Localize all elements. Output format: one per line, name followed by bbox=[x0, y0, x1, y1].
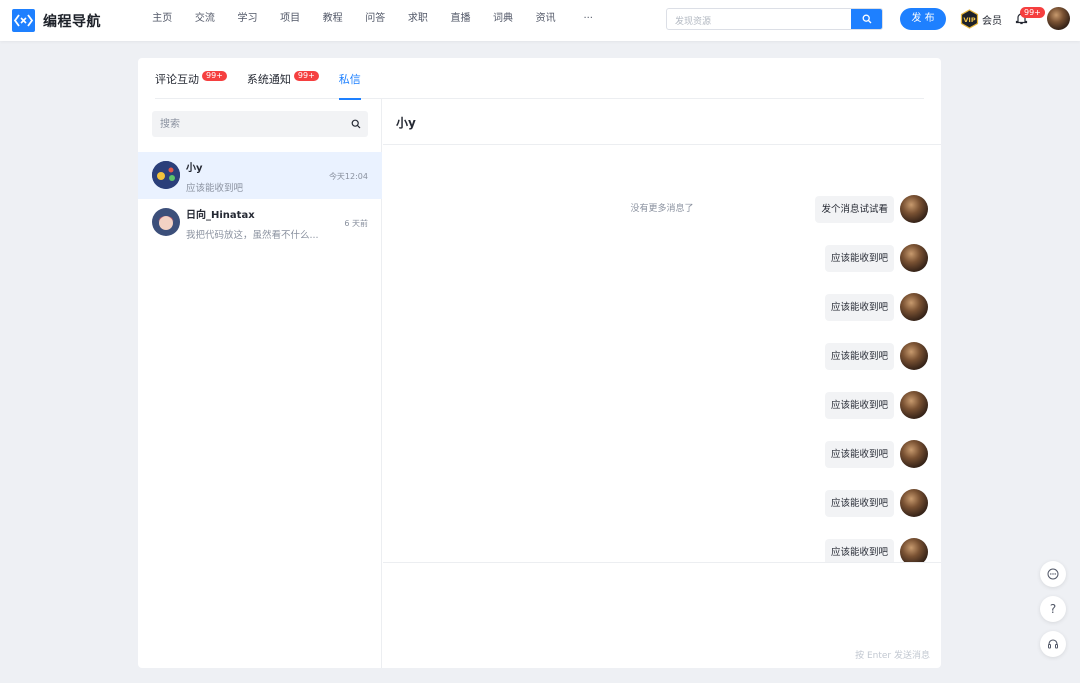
search-icon bbox=[862, 14, 871, 24]
sender-avatar[interactable] bbox=[900, 538, 928, 562]
nav-item-jobs[interactable]: 求职 bbox=[397, 0, 440, 41]
message-input[interactable] bbox=[383, 563, 941, 643]
chat-header: 小y bbox=[383, 99, 941, 145]
tab-system-notices-label: 系统通知 bbox=[246, 72, 291, 86]
tab-comments-badge: 99+ bbox=[202, 70, 227, 81]
conversation-time: 6 天前 bbox=[344, 219, 368, 228]
message-item: 发个消息试试看 bbox=[815, 195, 928, 223]
sender-avatar[interactable] bbox=[900, 244, 928, 272]
conversation-search-input[interactable] bbox=[152, 111, 337, 137]
chat-panel: 小y 没有更多消息了 发个消息试试看 应该能收到吧 应该能收到吧 应该能收到吧 … bbox=[383, 99, 941, 668]
conversation-list: 小y 应该能收到吧 今天12:04 日向_Hinatax 我把代码放这，虽然看不… bbox=[138, 99, 382, 668]
message-list[interactable]: 发个消息试试看 应该能收到吧 应该能收到吧 应该能收到吧 应该能收到吧 应该能收… bbox=[383, 195, 941, 562]
message-item: 应该能收到吧 bbox=[824, 342, 928, 370]
message-composer: 按 Enter 发送消息 bbox=[383, 562, 941, 668]
vip-label: 会员 bbox=[982, 15, 1002, 27]
message-item: 应该能收到吧 bbox=[824, 391, 928, 419]
conversation-preview: 我把代码放这，虽然看不什么... bbox=[186, 230, 319, 241]
message-bubble: 应该能收到吧 bbox=[824, 538, 894, 562]
message-item: 应该能收到吧 bbox=[824, 244, 928, 272]
help-icon: ? bbox=[1049, 602, 1057, 616]
message-item: 应该能收到吧 bbox=[824, 538, 928, 562]
notification-badge: 99+ bbox=[1020, 7, 1045, 18]
message-bubble: 应该能收到吧 bbox=[824, 244, 894, 272]
top-navbar: 编程导航 主页 交流 学习 项目 教程 问答 求职 直播 词典 资讯 ··· 发… bbox=[0, 0, 1080, 41]
message-bubble: 应该能收到吧 bbox=[824, 293, 894, 321]
nav-item-qa[interactable]: 问答 bbox=[354, 0, 397, 41]
main-nav: 主页 交流 学习 项目 教程 问答 求职 直播 词典 资讯 ··· bbox=[141, 0, 610, 41]
message-bubble: 应该能收到吧 bbox=[824, 440, 894, 468]
nav-item-home[interactable]: 主页 bbox=[141, 0, 184, 41]
send-hint: 按 Enter 发送消息 bbox=[855, 651, 930, 661]
conversation-search bbox=[152, 111, 368, 137]
svg-text:VIP: VIP bbox=[963, 16, 975, 24]
conversation-time: 今天12:04 bbox=[328, 172, 368, 181]
tab-system-notices[interactable]: 系统通知 99+ bbox=[247, 58, 319, 99]
tab-private-messages-label: 私信 bbox=[338, 72, 361, 86]
search-icon[interactable] bbox=[351, 119, 361, 129]
nav-item-tutorials[interactable]: 教程 bbox=[311, 0, 354, 41]
headset-icon bbox=[1048, 639, 1058, 649]
nav-item-projects[interactable]: 项目 bbox=[269, 0, 312, 41]
vip-member-link[interactable]: VIP 会员 bbox=[960, 9, 1002, 29]
nav-item-learning[interactable]: 学习 bbox=[226, 0, 269, 41]
sender-avatar[interactable] bbox=[900, 440, 928, 468]
conversation-item[interactable]: 日向_Hinatax 我把代码放这，虽然看不什么... 6 天前 bbox=[138, 199, 382, 246]
nav-item-dictionary[interactable]: 词典 bbox=[482, 0, 525, 41]
sender-avatar[interactable] bbox=[900, 391, 928, 419]
conversation-name: 日向_Hinatax bbox=[186, 210, 255, 221]
nav-item-more[interactable]: ··· bbox=[567, 0, 610, 41]
conversation-name: 小y bbox=[186, 163, 203, 174]
sender-avatar[interactable] bbox=[900, 489, 928, 517]
message-item: 应该能收到吧 bbox=[824, 440, 928, 468]
nav-item-live[interactable]: 直播 bbox=[439, 0, 482, 41]
feedback-button[interactable] bbox=[1040, 561, 1066, 587]
message-bubble: 应该能收到吧 bbox=[824, 391, 894, 419]
resource-search bbox=[666, 8, 883, 30]
sender-avatar[interactable] bbox=[900, 293, 928, 321]
chat-title: 小y bbox=[396, 116, 416, 130]
message-bubble: 应该能收到吧 bbox=[824, 489, 894, 517]
sender-avatar[interactable] bbox=[900, 342, 928, 370]
user-avatar[interactable] bbox=[1047, 7, 1070, 30]
anime-avatar-icon bbox=[152, 208, 180, 236]
conversation-avatar bbox=[152, 208, 180, 236]
cartoon-avatar-icon bbox=[152, 161, 180, 189]
message-item: 应该能收到吧 bbox=[824, 293, 928, 321]
code-logo-icon bbox=[12, 9, 35, 32]
nav-item-community[interactable]: 交流 bbox=[184, 0, 227, 41]
conversation-preview: 应该能收到吧 bbox=[186, 183, 244, 194]
vip-icon: VIP bbox=[960, 9, 979, 29]
help-button[interactable]: ? bbox=[1040, 596, 1066, 622]
message-item: 应该能收到吧 bbox=[824, 489, 928, 517]
tab-comments-label: 评论互动 bbox=[155, 72, 199, 86]
tab-system-notices-badge: 99+ bbox=[293, 70, 319, 81]
conversation-item[interactable]: 小y 应该能收到吧 今天12:04 bbox=[138, 152, 382, 199]
chat-icon bbox=[1047, 568, 1059, 580]
customer-service-button[interactable] bbox=[1040, 631, 1066, 657]
message-center-card: 评论互动 99+ 系统通知 99+ 私信 小y 应该能收到吧 今天12:04 bbox=[138, 58, 941, 668]
tab-comments[interactable]: 评论互动 99+ bbox=[155, 58, 227, 99]
nav-item-news[interactable]: 资讯 bbox=[524, 0, 567, 41]
search-button[interactable] bbox=[851, 9, 882, 29]
message-tabs: 评论互动 99+ 系统通知 99+ 私信 bbox=[155, 58, 924, 100]
publish-button[interactable]: 发 布 bbox=[900, 8, 946, 30]
tab-private-messages[interactable]: 私信 bbox=[338, 58, 361, 100]
conversation-avatar bbox=[152, 161, 180, 189]
site-logo[interactable]: 编程导航 bbox=[12, 9, 101, 32]
message-bubble: 应该能收到吧 bbox=[824, 342, 894, 370]
sender-avatar[interactable] bbox=[900, 195, 928, 223]
message-bubble: 发个消息试试看 bbox=[815, 195, 894, 223]
brand-name: 编程导航 bbox=[43, 13, 101, 30]
resource-search-input[interactable] bbox=[667, 12, 852, 29]
